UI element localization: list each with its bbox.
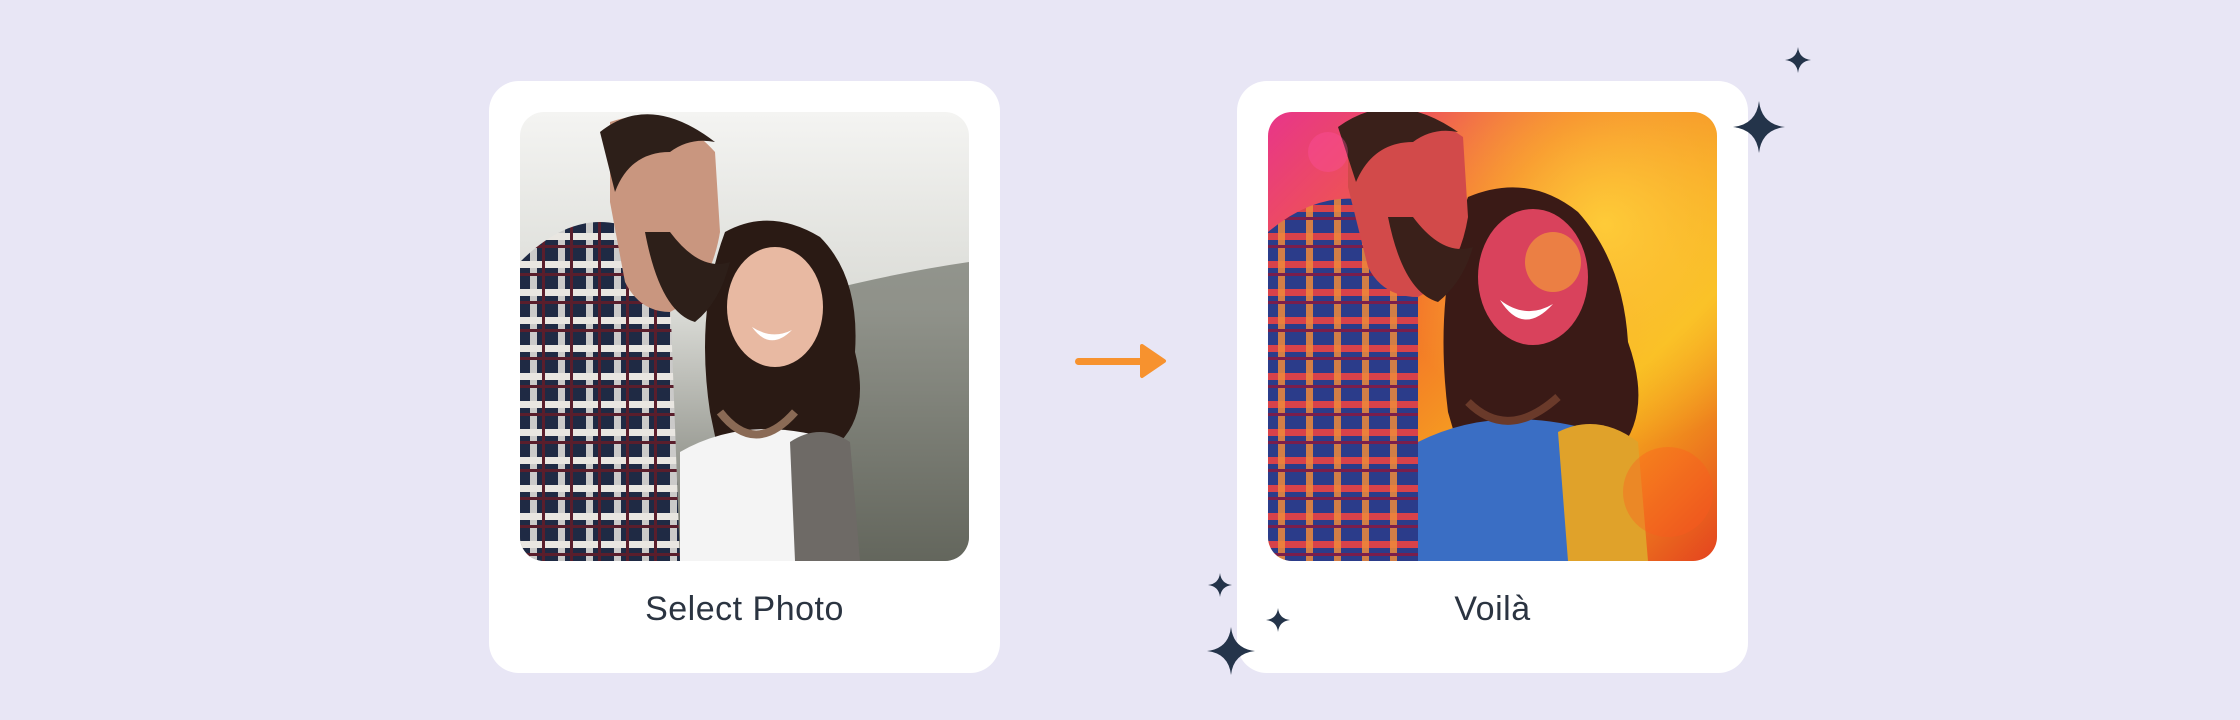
- result-photo-image: [1268, 112, 1717, 561]
- original-photo-card[interactable]: Select Photo: [489, 81, 1000, 673]
- result-photo: [1268, 112, 1717, 561]
- sparkle-icon: [1785, 45, 1811, 75]
- sparkle-icon: [1733, 101, 1785, 153]
- select-photo-label: Select Photo: [645, 590, 844, 628]
- sparkle-icon: [1207, 627, 1255, 675]
- arrow-right-icon: [1072, 340, 1168, 382]
- voila-label: Voilà: [1454, 590, 1531, 628]
- sparkle-icon: [1208, 573, 1232, 597]
- result-photo-card[interactable]: Voilà: [1237, 81, 1748, 673]
- sparkle-icon: [1266, 608, 1290, 632]
- original-photo: [520, 112, 969, 561]
- original-photo-image: [520, 112, 969, 561]
